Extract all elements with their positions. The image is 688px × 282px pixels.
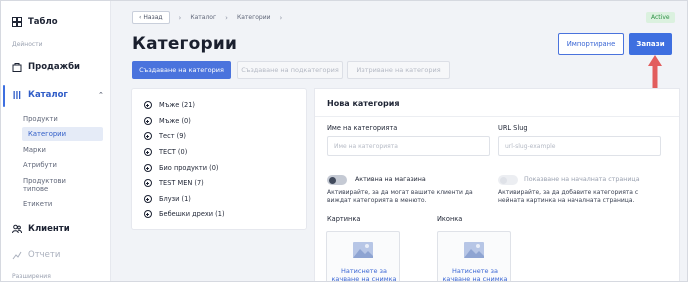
store-active-toggle[interactable] [327,175,347,185]
homepage-toggle-label: Показване на началната страница [524,176,640,183]
sidebar-subitem-brands[interactable]: Марки [23,146,46,154]
list-item[interactable]: Бебешки дрехи (1) [144,210,225,218]
users-icon [12,224,22,234]
save-button[interactable]: Запази [629,33,672,55]
chevron-right-icon: › [279,13,283,22]
sidebar-item-label: Каталог [28,90,68,100]
slug-label: URL Slug [498,124,528,132]
chevron-right-icon: › [178,13,182,22]
expand-plus-icon[interactable] [144,117,152,125]
dashboard-icon [12,17,22,27]
sidebar-item-clients[interactable]: Клиенти [12,224,70,234]
homepage-hint: Активирайте, за да добавите категорията … [498,189,639,204]
sidebar-subitem-products[interactable]: Продукти [23,115,58,123]
expand-plus-icon[interactable] [144,148,152,156]
reports-icon [12,251,22,260]
chevron-right-icon: › [225,13,228,22]
list-item[interactable]: Тест (9) [144,132,186,140]
list-item[interactable]: Блузи (1) [144,195,191,203]
sidebar-subitem-attributes[interactable]: Атрибути [23,161,57,169]
tab-delete-category[interactable]: Изтриване на категория [347,61,450,79]
sidebar-item-reports[interactable]: Отчети [12,250,60,260]
expand-plus-icon[interactable] [144,179,152,187]
sidebar: Табло Дейности Продажби Каталог ⌃ Продук… [1,1,111,281]
expand-plus-icon[interactable] [144,195,152,203]
chevron-left-icon: ‹ [139,14,142,21]
sidebar-item-label: Клиенти [28,224,70,234]
list-item[interactable]: Мъже (0) [144,117,191,125]
breadcrumb-categories[interactable]: Категории [237,14,271,21]
expand-plus-icon[interactable] [144,132,152,140]
sidebar-item-catalog[interactable]: Каталог ⌃ [12,90,107,100]
category-list: Мъже (21) Мъже (0) Тест (9) ТЕСТ (0) Био… [132,89,306,229]
expand-plus-icon[interactable] [144,164,152,172]
list-item[interactable]: TEST MEN (7) [144,179,204,187]
form-title: Нова категория [327,99,400,108]
homepage-toggle[interactable] [498,175,518,185]
icon-upload[interactable]: Натиснете за качване на снимка [437,231,511,282]
sidebar-subitem-categories[interactable]: Категории [22,127,103,141]
active-indicator [3,85,5,107]
section-label-activity: Дейности [12,41,43,48]
expand-plus-icon[interactable] [144,210,152,218]
sales-icon [12,63,22,72]
section-label-extensions: Разширения [12,273,51,280]
page-title: Категории [132,34,238,54]
status-badge: Active [646,12,675,23]
picture-label: Картинка [327,215,361,223]
name-label: Име на категорията [327,124,398,132]
picture-upload[interactable]: Натиснете за качване на снимка [326,231,400,282]
catalog-icon [13,91,21,99]
store-toggle-label: Активна на магазина [355,176,426,183]
chevron-up-icon: ⌃ [98,91,104,99]
new-category-form: Нова категория Име на категорията Име на… [315,89,679,282]
breadcrumb: ‹ Назад › Каталог › Категории › [132,11,282,24]
import-button[interactable]: Импортиране [558,33,624,55]
category-name-input[interactable]: Име на категорията [327,136,490,156]
expand-plus-icon[interactable] [144,101,152,109]
sidebar-item-sales[interactable]: Продажби [12,62,80,72]
upload-text: Натиснете за качване на снимка [442,267,508,282]
app-window: Табло Дейности Продажби Каталог ⌃ Продук… [0,0,688,282]
image-placeholder-icon [464,242,484,258]
back-button[interactable]: ‹ Назад [132,11,170,24]
divider [315,116,679,117]
icon-label: Иконка [437,215,463,223]
image-placeholder-icon [353,242,373,258]
sidebar-item-label: Продажби [28,62,80,72]
list-item[interactable]: Био продукти (0) [144,164,218,172]
upload-text: Натиснете за качване на снимка [331,267,397,282]
tab-create-category[interactable]: Създаване на категория [132,61,231,79]
list-item[interactable]: Мъже (21) [144,101,195,109]
sidebar-subitem-product-types[interactable]: Продуктови типове [23,177,83,193]
sidebar-item-label: Табло [28,17,58,27]
tab-create-subcategory[interactable]: Създаване на подкатегория [237,61,343,79]
sidebar-subitem-labels[interactable]: Етикети [23,200,52,208]
store-hint: Активирайте, за да могат вашите клиенти … [327,189,473,204]
list-item[interactable]: ТЕСТ (0) [144,148,187,156]
arrow-up-icon [648,55,662,93]
sidebar-item-dashboard[interactable]: Табло [12,17,58,27]
url-slug-input[interactable]: url-slug-example [498,136,661,156]
breadcrumb-catalog[interactable]: Каталог [190,14,216,21]
sidebar-item-label: Отчети [28,250,61,260]
